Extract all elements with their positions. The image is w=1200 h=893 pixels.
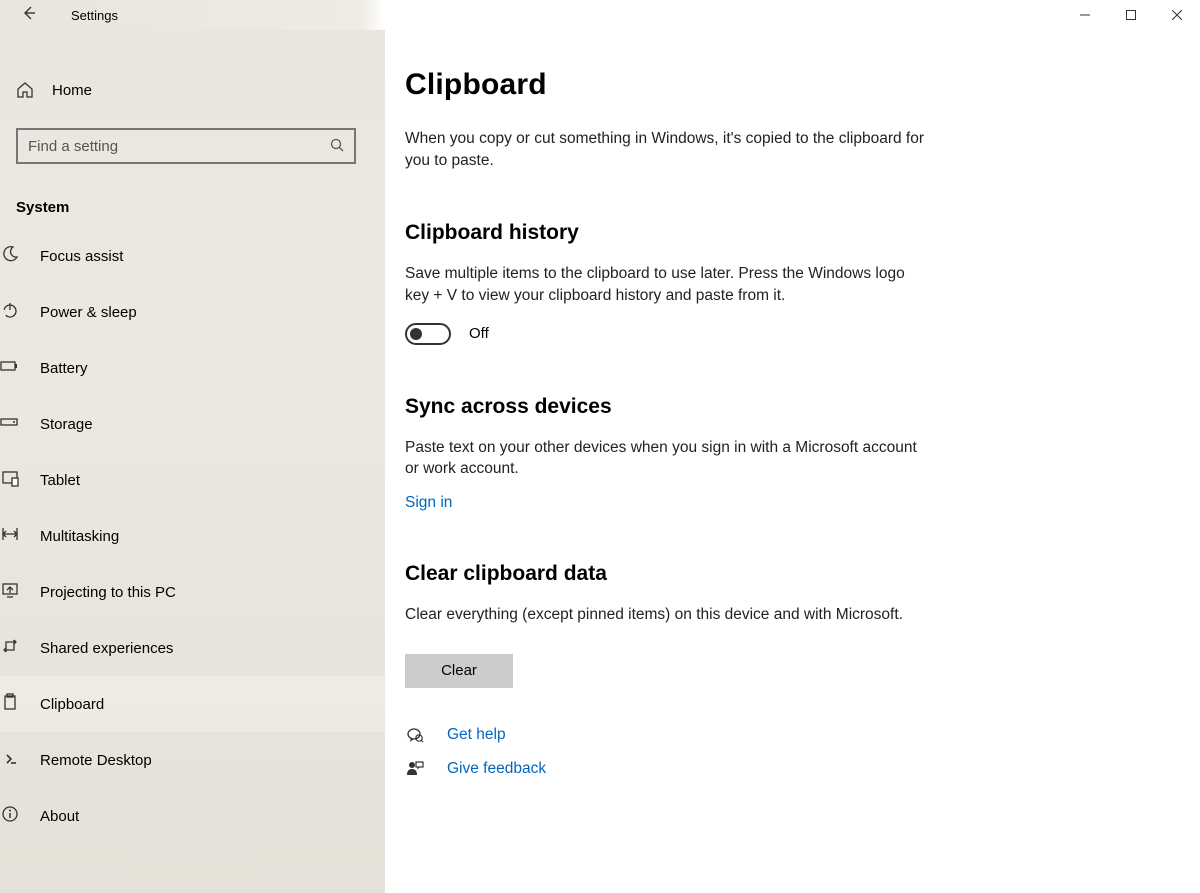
battery-icon (0, 357, 20, 379)
sidebar-item-label: Storage (40, 416, 93, 433)
sidebar-item-shared-experiences[interactable]: Shared experiences (0, 620, 401, 676)
maximize-button[interactable] (1108, 0, 1154, 30)
sidebar-item-label: Tablet (40, 472, 80, 489)
titlebar: Settings (0, 0, 1200, 30)
sidebar-item-label: Clipboard (40, 696, 104, 713)
sidebar-item-battery[interactable]: Battery (0, 340, 401, 396)
sidebar-item-label: Multitasking (40, 528, 119, 545)
clear-section: Clear clipboard data Clear everything (e… (405, 562, 1170, 688)
sidebar-item-focus-assist[interactable]: Focus assist (0, 228, 401, 284)
sync-title: Sync across devices (405, 395, 1170, 419)
sidebar-item-remote-desktop[interactable]: Remote Desktop (0, 732, 401, 788)
history-desc: Save multiple items to the clipboard to … (405, 263, 925, 306)
remote-icon (0, 749, 20, 771)
sidebar-item-power-sleep[interactable]: Power & sleep (0, 284, 401, 340)
sidebar: Home System Focus assist Power & sleep Bat… (0, 30, 385, 893)
project-icon (0, 581, 20, 603)
clipboard-icon (0, 693, 20, 715)
sidebar-item-label: Remote Desktop (40, 752, 152, 769)
give-feedback-link[interactable]: Give feedback (447, 760, 546, 778)
toggle-knob (410, 328, 422, 340)
tablet-icon (0, 469, 20, 491)
clear-desc: Clear everything (except pinned items) o… (405, 604, 925, 626)
sidebar-item-multitasking[interactable]: Multitasking (0, 508, 401, 564)
content-area: Clipboard When you copy or cut something… (385, 30, 1200, 893)
sidebar-item-label: Projecting to this PC (40, 584, 176, 601)
history-title: Clipboard history (405, 221, 1170, 245)
back-icon[interactable] (20, 5, 36, 26)
moon-icon (0, 245, 20, 267)
window-title: Settings (71, 8, 118, 23)
search-icon (330, 138, 344, 155)
sidebar-item-clipboard[interactable]: Clipboard (0, 676, 401, 732)
home-nav[interactable]: Home (16, 68, 369, 112)
sidebar-item-label: Power & sleep (40, 304, 137, 321)
home-label: Home (52, 82, 92, 99)
sidebar-item-tablet[interactable]: Tablet (0, 452, 401, 508)
sidebar-item-label: Shared experiences (40, 640, 173, 657)
power-icon (0, 301, 20, 323)
history-toggle[interactable] (405, 323, 451, 345)
home-icon (16, 81, 34, 99)
history-toggle-label: Off (469, 325, 489, 342)
sync-desc: Paste text on your other devices when yo… (405, 437, 925, 480)
minimize-button[interactable] (1062, 0, 1108, 30)
clipboard-history-section: Clipboard history Save multiple items to… (405, 221, 1170, 344)
sidebar-item-label: Focus assist (40, 248, 123, 265)
search-box[interactable] (16, 128, 356, 164)
sidebar-item-about[interactable]: About (0, 788, 401, 844)
clear-title: Clear clipboard data (405, 562, 1170, 586)
sync-section: Sync across devices Paste text on your o… (405, 395, 1170, 512)
multitask-icon (0, 525, 20, 547)
category-label: System (16, 199, 369, 216)
sidebar-item-projecting-to-this-pc[interactable]: Projecting to this PC (0, 564, 401, 620)
feedback-icon (405, 760, 425, 778)
page-title: Clipboard (405, 68, 1170, 102)
clear-button[interactable]: Clear (405, 654, 513, 688)
search-input[interactable] (28, 138, 330, 155)
shared-icon (0, 637, 20, 659)
storage-icon (0, 413, 20, 435)
sidebar-item-label: Battery (40, 360, 88, 377)
close-button[interactable] (1154, 0, 1200, 30)
get-help-link[interactable]: Get help (447, 726, 506, 744)
sidebar-item-label: About (40, 808, 79, 825)
sidebar-item-storage[interactable]: Storage (0, 396, 401, 452)
help-icon (405, 726, 425, 744)
sign-in-link[interactable]: Sign in (405, 494, 452, 512)
about-icon (0, 805, 20, 827)
page-intro: When you copy or cut something in Window… (405, 128, 925, 171)
